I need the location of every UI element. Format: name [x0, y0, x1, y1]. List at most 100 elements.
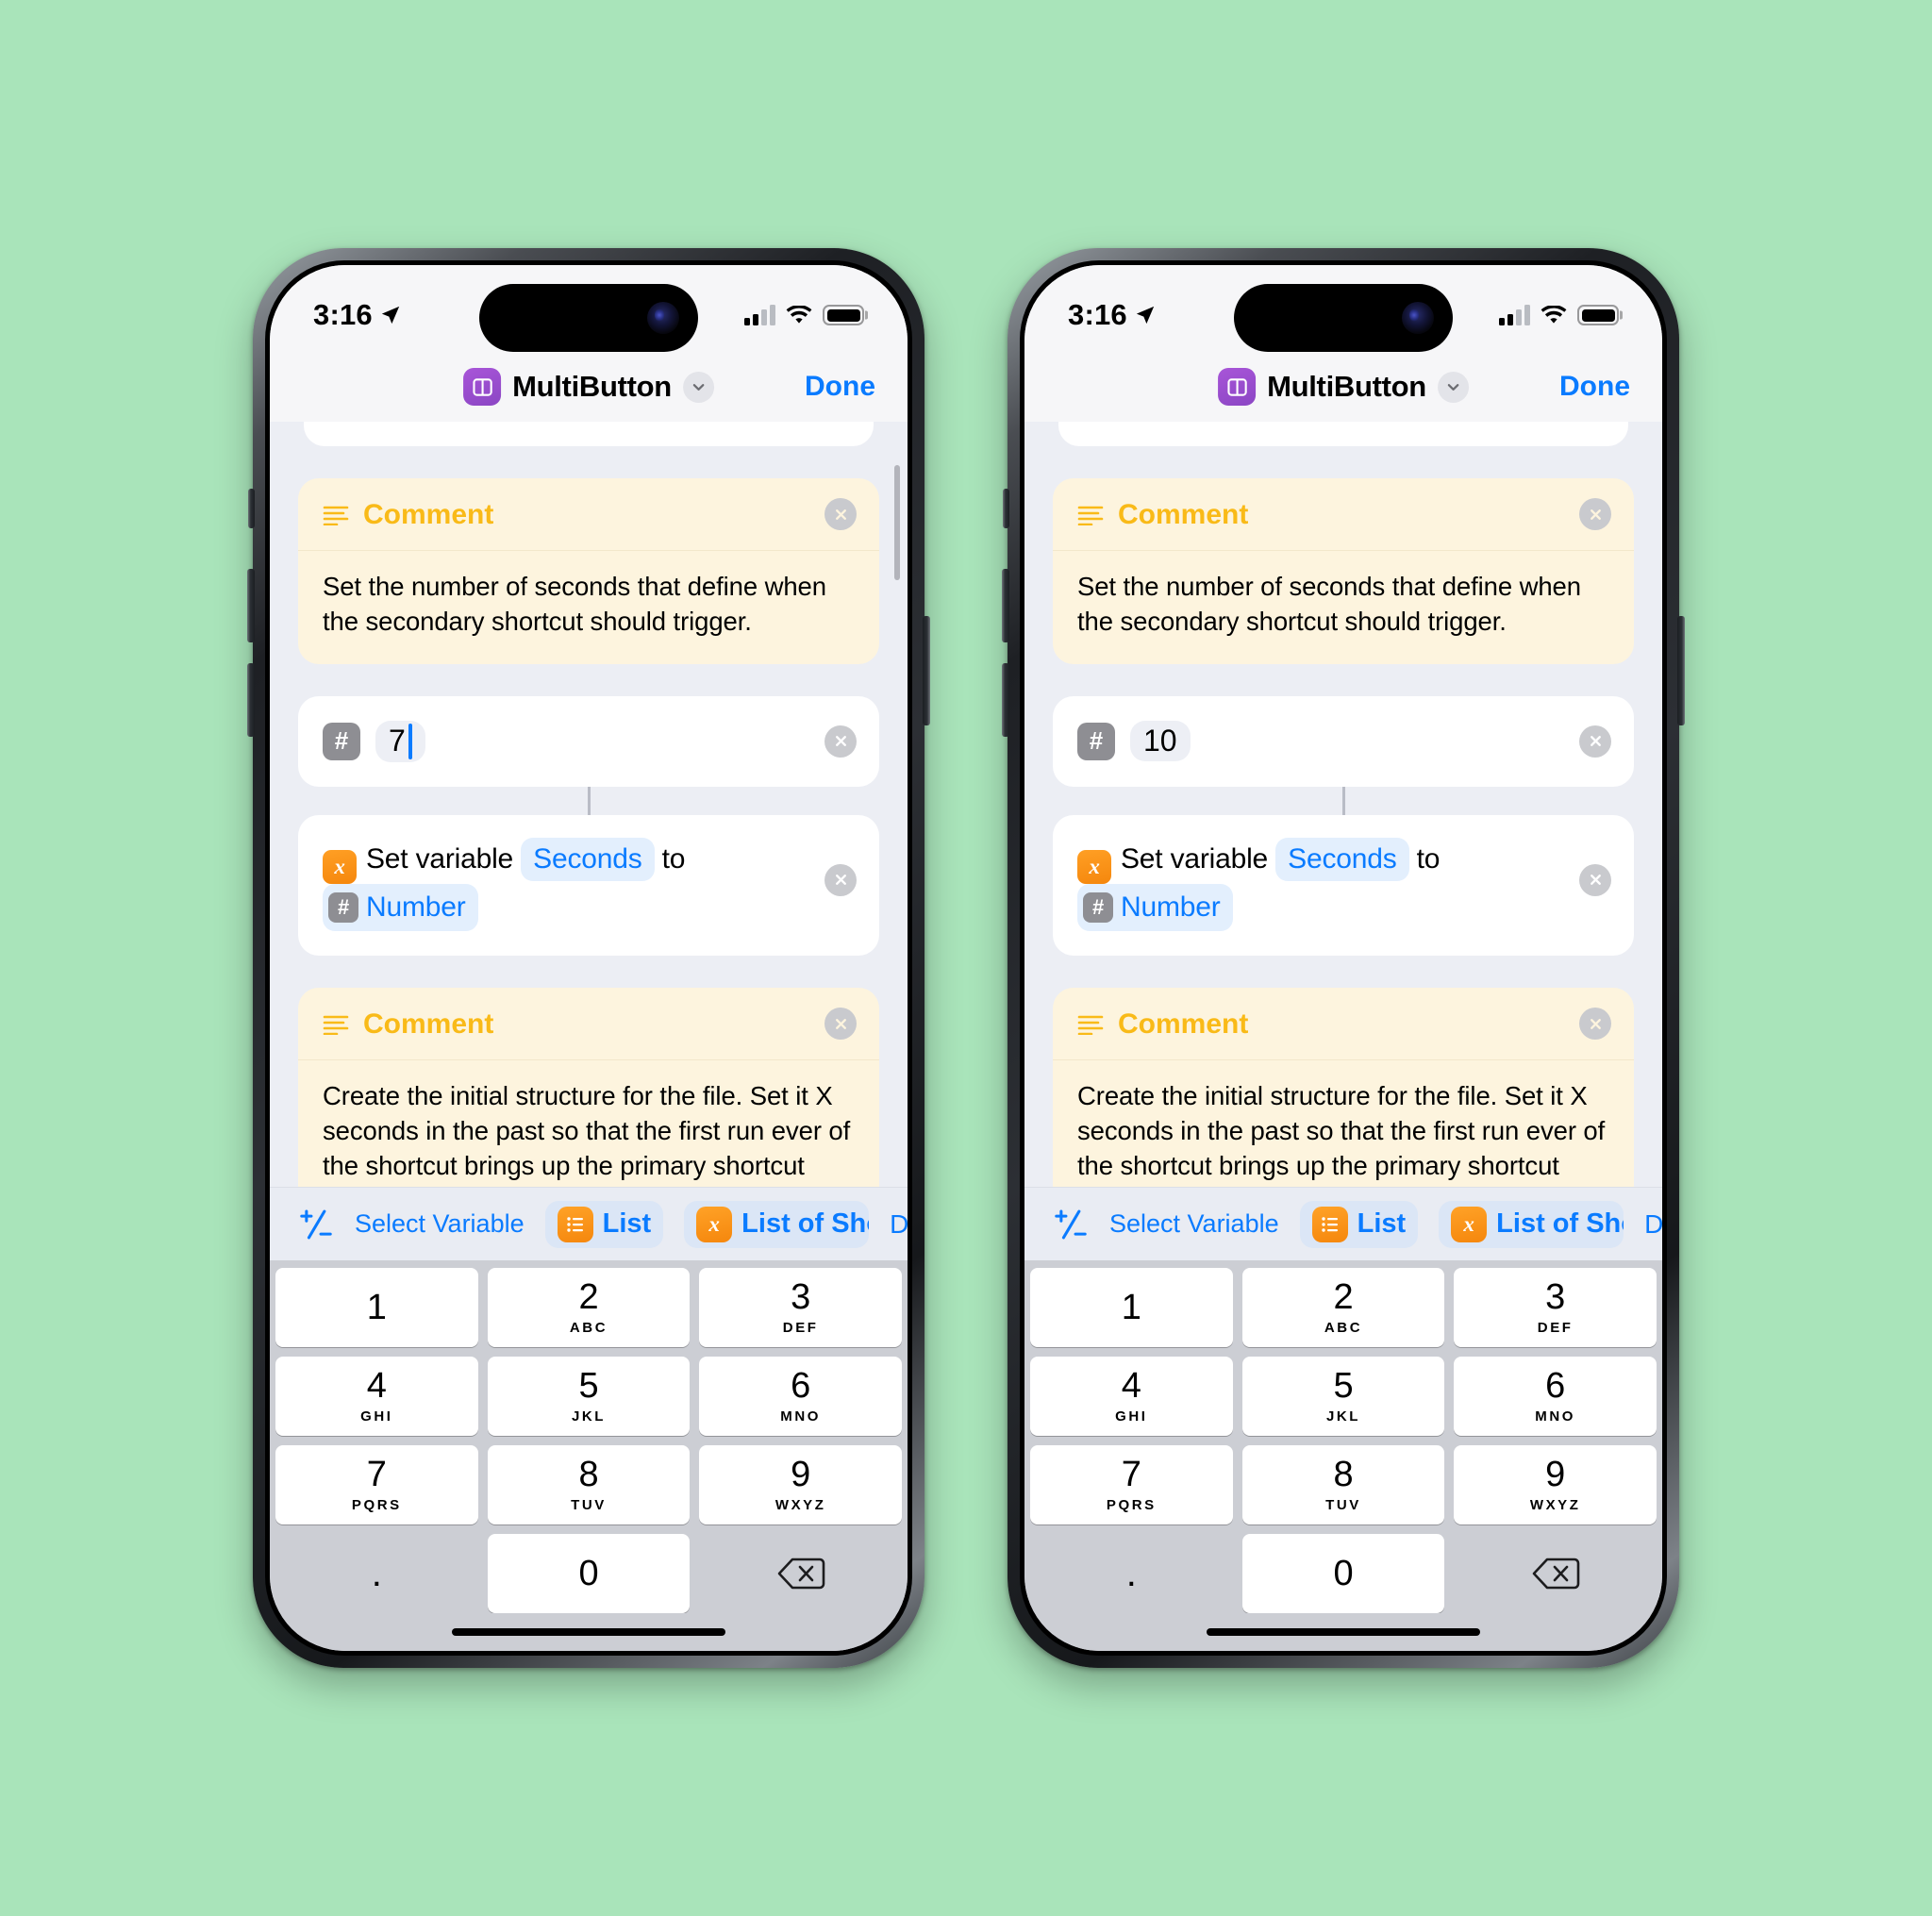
silent-switch[interactable] — [248, 489, 255, 528]
key-3[interactable]: 3 DEF — [1454, 1268, 1657, 1347]
plus-minus-icon[interactable] — [1053, 1208, 1089, 1241]
key-7[interactable]: 7 PQRS — [275, 1445, 478, 1524]
key-backspace[interactable] — [1454, 1534, 1657, 1613]
scrollbar[interactable] — [894, 465, 900, 580]
delete-action-button[interactable] — [824, 498, 857, 530]
volume-up-button[interactable] — [1002, 569, 1009, 642]
dynamic-island — [479, 284, 698, 352]
key-4[interactable]: 4 GHI — [1030, 1357, 1233, 1436]
key-4[interactable]: 4 GHI — [275, 1357, 478, 1436]
set-variable-prefix: Set variable — [366, 842, 514, 875]
action-connector — [298, 786, 879, 815]
key-letters: GHI — [360, 1408, 393, 1425]
key-5[interactable]: 5 JKL — [487, 1357, 691, 1436]
delete-action-button[interactable] — [1579, 1008, 1611, 1041]
delete-action-button[interactable] — [1579, 863, 1611, 896]
key-0[interactable]: 0 — [487, 1534, 691, 1613]
silent-switch[interactable] — [1003, 489, 1009, 528]
number-action-card[interactable]: # 7 — [298, 695, 879, 787]
delete-action-button[interactable] — [824, 725, 857, 758]
key-decimal[interactable]: . — [275, 1534, 478, 1613]
variable-chip-list[interactable]: List — [1299, 1200, 1419, 1248]
comment-text[interactable]: Set the number of seconds that define wh… — [298, 551, 879, 664]
delete-action-button[interactable] — [824, 863, 857, 896]
comment-action-card-2[interactable]: Comment Create the initial structure for… — [1053, 988, 1634, 1187]
key-3[interactable]: 3 DEF — [699, 1268, 903, 1347]
done-button[interactable]: Done — [1559, 371, 1630, 403]
comment-action-card-2[interactable]: Comment Create the initial structure for… — [298, 988, 879, 1187]
volume-up-button[interactable] — [247, 569, 255, 642]
key-9[interactable]: 9 WXYZ — [1454, 1445, 1657, 1524]
location-arrow-icon — [381, 306, 400, 325]
number-action-card[interactable]: # 10 — [1053, 695, 1634, 787]
comment-text[interactable]: Create the initial structure for the fil… — [298, 1060, 879, 1187]
keyboard-done-button[interactable]: Done — [1644, 1209, 1662, 1240]
set-variable-action-card[interactable]: x Set variable Seconds to # Number — [298, 814, 879, 957]
close-circle-icon — [1590, 736, 1601, 747]
power-button[interactable] — [1677, 616, 1685, 725]
keyboard-done-button[interactable]: Done — [890, 1209, 908, 1240]
nav-title-group[interactable]: MultiButton — [463, 368, 714, 406]
chevron-down-glyph — [692, 383, 705, 391]
key-8[interactable]: 8 TUV — [1241, 1445, 1445, 1524]
key-decimal[interactable]: . — [1030, 1534, 1233, 1613]
plus-minus-icon[interactable] — [298, 1208, 334, 1241]
number-input[interactable]: 10 — [1130, 721, 1191, 762]
delete-action-button[interactable] — [824, 1008, 857, 1041]
key-2[interactable]: 2 ABC — [1241, 1268, 1445, 1347]
key-letters: JKL — [1325, 1408, 1361, 1425]
key-0[interactable]: 0 — [1241, 1534, 1445, 1613]
variable-chip-list-of-shortcuts[interactable]: x List of Shor — [1439, 1200, 1624, 1248]
chevron-down-icon[interactable] — [1437, 371, 1469, 403]
power-button[interactable] — [923, 616, 930, 725]
variable-name-pill[interactable]: Seconds — [521, 837, 655, 882]
key-7[interactable]: 7 PQRS — [1030, 1445, 1233, 1524]
delete-action-button[interactable] — [1579, 725, 1611, 758]
volume-down-button[interactable] — [247, 663, 255, 737]
variable-chip-list-of-shortcuts[interactable]: x List of Shor — [684, 1200, 870, 1248]
number-hash-icon: # — [1077, 722, 1115, 760]
wifi-icon — [786, 305, 812, 324]
variable-value-label: Number — [366, 891, 466, 923]
nav-title-group[interactable]: MultiButton — [1218, 368, 1469, 406]
set-variable-action-card[interactable]: x Set variable Seconds to # Number — [1053, 814, 1634, 957]
shortcut-action-list[interactable]: Comment Set the number of seconds that d… — [270, 422, 908, 1187]
key-backspace[interactable] — [699, 1534, 902, 1613]
x-variable-icon: x — [1077, 849, 1111, 884]
comment-text[interactable]: Set the number of seconds that define wh… — [1053, 551, 1634, 664]
previous-action-peek — [1058, 422, 1628, 446]
numeric-keypad: 1 2 ABC 3 DEF 4 GHI 5 JKL 6 MNO 7 PQRS 8 TUV 9 W… — [270, 1260, 908, 1613]
number-input[interactable]: 7 — [375, 720, 425, 762]
key-letters: ABC — [569, 1320, 608, 1336]
comment-text[interactable]: Create the initial structure for the fil… — [1053, 1060, 1634, 1187]
key-6[interactable]: 6 MNO — [699, 1357, 903, 1436]
variable-value-pill[interactable]: # Number — [1077, 883, 1233, 932]
shortcut-action-list[interactable]: Comment Set the number of seconds that d… — [1024, 422, 1662, 1187]
variable-chip-list[interactable]: List — [544, 1200, 664, 1248]
key-1[interactable]: 1 — [275, 1268, 478, 1347]
key-9[interactable]: 9 WXYZ — [699, 1445, 903, 1524]
variable-name-pill[interactable]: Seconds — [1275, 837, 1409, 882]
delete-action-button[interactable] — [1579, 498, 1611, 530]
key-5[interactable]: 5 JKL — [1241, 1357, 1445, 1436]
variable-value-pill[interactable]: # Number — [323, 883, 478, 932]
variable-chip-label: List of Shor — [1496, 1208, 1624, 1239]
chevron-down-icon[interactable] — [682, 371, 714, 403]
key-number: 6 — [791, 1366, 811, 1406]
home-indicator[interactable] — [1207, 1628, 1480, 1636]
key-8[interactable]: 8 TUV — [487, 1445, 691, 1524]
comment-action-card-1[interactable]: Comment Set the number of seconds that d… — [1053, 478, 1634, 664]
select-variable-label[interactable]: Select Variable — [1109, 1209, 1279, 1239]
home-indicator[interactable] — [452, 1628, 725, 1636]
key-6[interactable]: 6 MNO — [1454, 1357, 1657, 1436]
status-bar-time-group: 3:16 — [1068, 298, 1156, 332]
volume-down-button[interactable] — [1002, 663, 1009, 737]
done-button[interactable]: Done — [805, 371, 875, 403]
key-1[interactable]: 1 — [1030, 1268, 1233, 1347]
close-circle-icon — [1590, 508, 1601, 520]
key-number: 7 — [1121, 1455, 1141, 1494]
comment-action-card-1[interactable]: Comment Set the number of seconds that d… — [298, 478, 879, 664]
key-2[interactable]: 2 ABC — [487, 1268, 691, 1347]
key-number: 3 — [791, 1277, 811, 1317]
select-variable-label[interactable]: Select Variable — [355, 1209, 525, 1239]
